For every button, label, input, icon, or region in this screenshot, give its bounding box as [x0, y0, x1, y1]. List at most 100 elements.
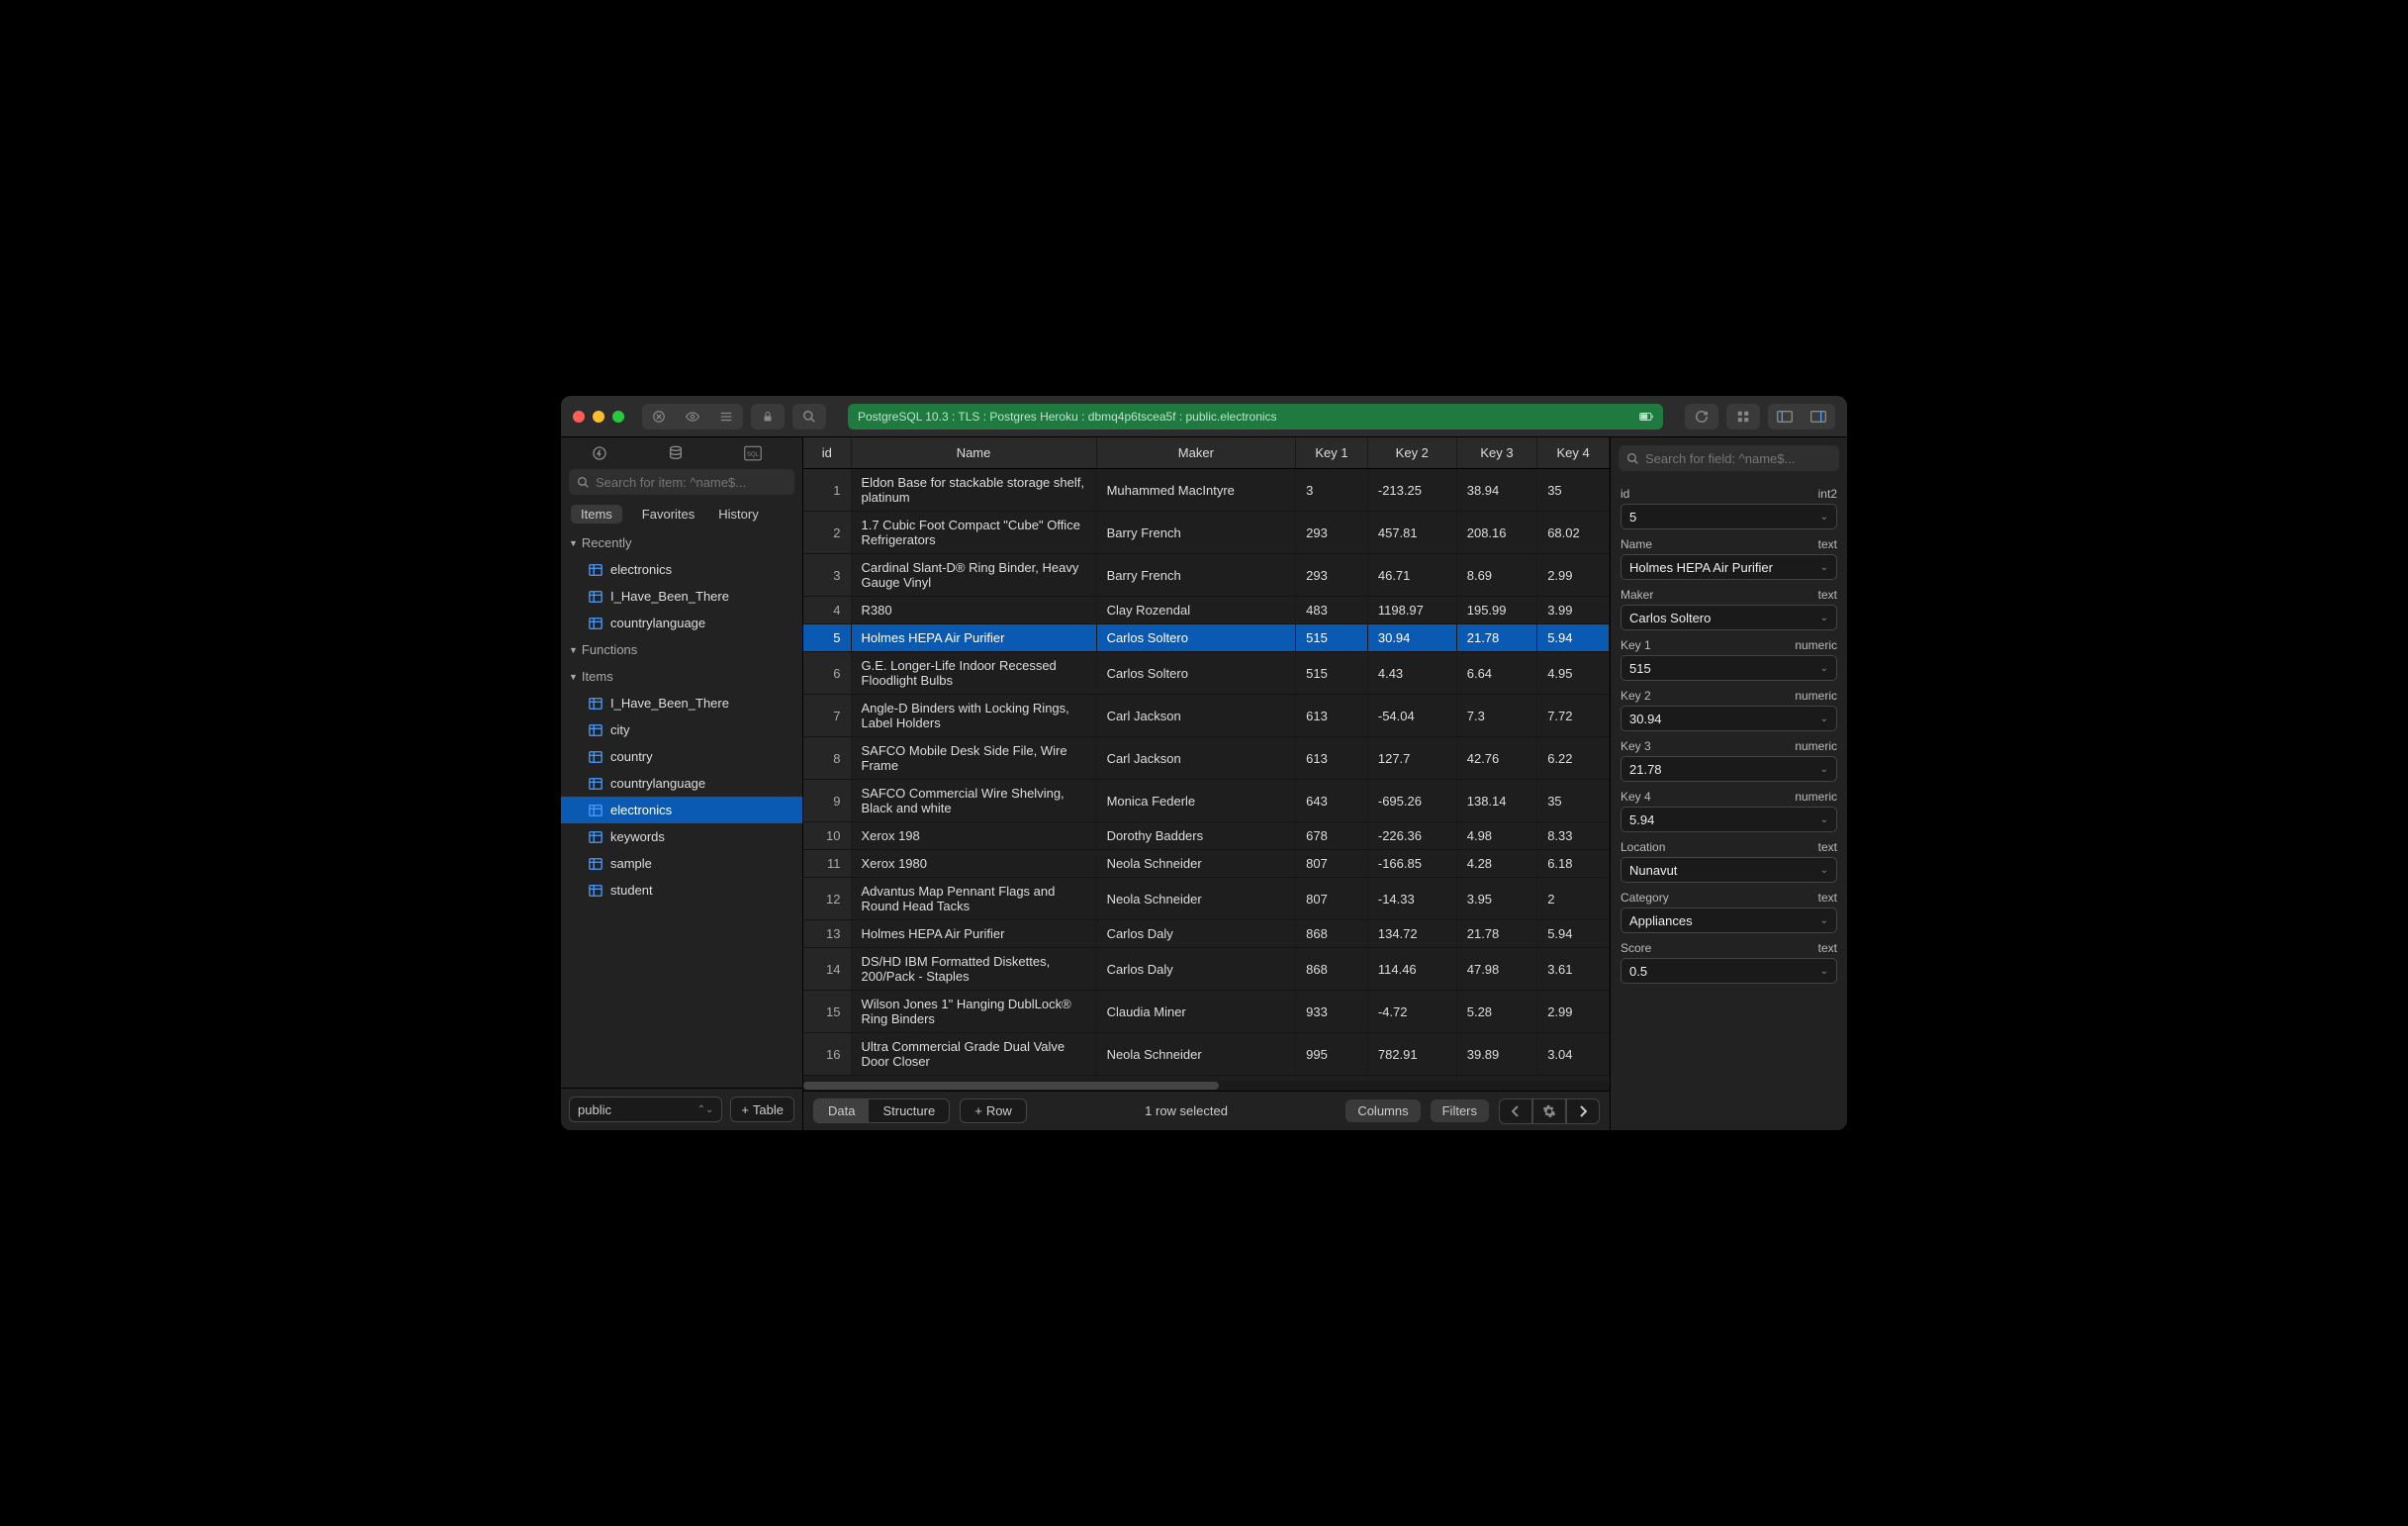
- tree-item-keywords[interactable]: keywords: [561, 823, 802, 850]
- close-window-button[interactable]: [573, 411, 585, 423]
- data-table-scroll[interactable]: idNameMakerKey 1Key 2Key 3Key 4 1Eldon B…: [803, 437, 1610, 1081]
- field-value-input[interactable]: Holmes HEPA Air Purifier⌄: [1621, 554, 1837, 580]
- table-row[interactable]: 15Wilson Jones 1" Hanging DublLock® Ring…: [803, 991, 1610, 1033]
- tree-section-items[interactable]: ▼ Items: [561, 663, 802, 690]
- table-row[interactable]: 21.7 Cubic Foot Compact "Cube" Office Re…: [803, 512, 1610, 554]
- sql-icon[interactable]: SQL: [744, 445, 772, 461]
- data-tab[interactable]: Data: [814, 1099, 869, 1122]
- sidebar-search-input[interactable]: [596, 475, 787, 490]
- scrollbar-thumb[interactable]: [803, 1082, 1219, 1090]
- table-row[interactable]: 11Xerox 1980Neola Schneider807-166.854.2…: [803, 850, 1610, 878]
- search-icon[interactable]: [792, 404, 826, 429]
- inspector-search-input[interactable]: [1645, 451, 1831, 466]
- chevron-down-icon: ⌄: [1820, 966, 1828, 977]
- filters-button[interactable]: Filters: [1431, 1099, 1489, 1122]
- tree-item-country[interactable]: country: [561, 743, 802, 770]
- connection-string[interactable]: PostgreSQL 10.3 : TLS : Postgres Heroku …: [848, 404, 1663, 429]
- right-panel-toggle-icon[interactable]: [1802, 404, 1835, 429]
- tree-item-i_have_been_there[interactable]: I_Have_Been_There: [561, 690, 802, 716]
- table-row[interactable]: 10Xerox 198Dorothy Badders678-226.364.98…: [803, 822, 1610, 850]
- table-row[interactable]: 14DS/HD IBM Formatted Diskettes, 200/Pac…: [803, 948, 1610, 991]
- table-row[interactable]: 13Holmes HEPA Air PurifierCarlos Daly868…: [803, 920, 1610, 948]
- field-label: Maker: [1621, 588, 1653, 602]
- minimize-window-button[interactable]: [593, 411, 604, 423]
- column-header-id[interactable]: id: [803, 437, 851, 469]
- field-key-2: Key 2numeric30.94⌄: [1621, 689, 1837, 731]
- column-header-maker[interactable]: Maker: [1096, 437, 1296, 469]
- column-header-key-4[interactable]: Key 4: [1537, 437, 1610, 469]
- inspector-panel: idint25⌄NametextHolmes HEPA Air Purifier…: [1610, 437, 1847, 1130]
- field-value-input[interactable]: Carlos Soltero⌄: [1621, 605, 1837, 630]
- add-table-button[interactable]: + Table: [730, 1097, 794, 1122]
- tree-section-functions[interactable]: ▼ Functions: [561, 636, 802, 663]
- table-row[interactable]: 4R380Clay Rozendal4831198.97195.993.99: [803, 597, 1610, 624]
- preview-icon[interactable]: [676, 404, 709, 429]
- tab-favorites[interactable]: Favorites: [638, 505, 698, 524]
- field-type: numeric: [1795, 790, 1837, 804]
- field-value-input[interactable]: 5.94⌄: [1621, 807, 1837, 832]
- sidebar-search[interactable]: [569, 469, 794, 495]
- tab-history[interactable]: History: [714, 505, 762, 524]
- table-row[interactable]: 1Eldon Base for stackable storage shelf,…: [803, 469, 1610, 512]
- chevron-down-icon: ⌄: [1820, 865, 1828, 876]
- tree-item-sample[interactable]: sample: [561, 850, 802, 877]
- columns-button[interactable]: Columns: [1345, 1099, 1420, 1122]
- sidebar-bottom: public ⌃⌄ + Table: [561, 1088, 802, 1130]
- field-value-input[interactable]: Nunavut⌄: [1621, 857, 1837, 883]
- table-row[interactable]: 16Ultra Commercial Grade Dual Valve Door…: [803, 1033, 1610, 1076]
- refresh-icon[interactable]: [1685, 404, 1718, 429]
- tree-item-city[interactable]: city: [561, 716, 802, 743]
- table-row[interactable]: 6G.E. Longer-Life Indoor Recessed Floodl…: [803, 652, 1610, 695]
- settings-gear-icon[interactable]: [1532, 1098, 1566, 1124]
- field-value-input[interactable]: 5⌄: [1621, 504, 1837, 529]
- column-header-name[interactable]: Name: [851, 437, 1096, 469]
- titlebar: PostgreSQL 10.3 : TLS : Postgres Heroku …: [561, 396, 1847, 437]
- field-value-input[interactable]: 515⌄: [1621, 655, 1837, 681]
- list-icon[interactable]: [709, 404, 743, 429]
- app-window: PostgreSQL 10.3 : TLS : Postgres Heroku …: [561, 396, 1847, 1130]
- table-row[interactable]: 8SAFCO Mobile Desk Side File, Wire Frame…: [803, 737, 1610, 780]
- tree-item-electronics[interactable]: electronics: [561, 797, 802, 823]
- bottom-toolbar: Data Structure + Row 1 row selected Colu…: [803, 1091, 1610, 1130]
- prev-button[interactable]: [1499, 1098, 1532, 1124]
- chevron-updown-icon: ⌃⌄: [697, 1104, 714, 1115]
- inspector-search[interactable]: [1619, 445, 1839, 471]
- close-connection-icon[interactable]: [642, 404, 676, 429]
- column-header-key-2[interactable]: Key 2: [1367, 437, 1456, 469]
- left-panel-toggle-icon[interactable]: [1768, 404, 1802, 429]
- lock-icon[interactable]: [751, 404, 785, 429]
- field-type: numeric: [1795, 689, 1837, 703]
- table-row[interactable]: 5Holmes HEPA Air PurifierCarlos Soltero5…: [803, 624, 1610, 652]
- structure-tab[interactable]: Structure: [869, 1099, 949, 1122]
- quick-connect-icon[interactable]: [592, 445, 619, 461]
- field-value-input[interactable]: 30.94⌄: [1621, 706, 1837, 731]
- field-type: int2: [1818, 487, 1837, 501]
- tab-items[interactable]: Items: [571, 505, 622, 524]
- add-row-button[interactable]: + Row: [960, 1098, 1027, 1123]
- schema-select[interactable]: public ⌃⌄: [569, 1097, 722, 1122]
- field-category: CategorytextAppliances⌄: [1621, 891, 1837, 933]
- tree-item-student[interactable]: student: [561, 877, 802, 904]
- table-row[interactable]: 7Angle-D Binders with Locking Rings, Lab…: [803, 695, 1610, 737]
- grid-icon[interactable]: [1726, 404, 1760, 429]
- chevron-down-icon: ⌄: [1820, 663, 1828, 674]
- table-row[interactable]: 9SAFCO Commercial Wire Shelving, Black a…: [803, 780, 1610, 822]
- field-value-input[interactable]: 21.78⌄: [1621, 756, 1837, 782]
- tree-item-countrylanguage[interactable]: countrylanguage: [561, 610, 802, 636]
- tree-item-i_have_been_there[interactable]: I_Have_Been_There: [561, 583, 802, 610]
- database-icon[interactable]: [668, 445, 695, 461]
- field-value-input[interactable]: Appliances⌄: [1621, 907, 1837, 933]
- column-header-key-1[interactable]: Key 1: [1296, 437, 1368, 469]
- column-header-key-3[interactable]: Key 3: [1456, 437, 1536, 469]
- data-table: idNameMakerKey 1Key 2Key 3Key 4 1Eldon B…: [803, 437, 1610, 1076]
- plus-icon: +: [974, 1103, 982, 1118]
- tree-section-recently[interactable]: ▼ Recently: [561, 529, 802, 556]
- zoom-window-button[interactable]: [612, 411, 624, 423]
- horizontal-scrollbar[interactable]: [803, 1081, 1610, 1091]
- tree-item-electronics[interactable]: electronics: [561, 556, 802, 583]
- table-row[interactable]: 12Advantus Map Pennant Flags and Round H…: [803, 878, 1610, 920]
- field-value-input[interactable]: 0.5⌄: [1621, 958, 1837, 984]
- next-button[interactable]: [1566, 1098, 1600, 1124]
- table-row[interactable]: 3Cardinal Slant-D® Ring Binder, Heavy Ga…: [803, 554, 1610, 597]
- tree-item-countrylanguage[interactable]: countrylanguage: [561, 770, 802, 797]
